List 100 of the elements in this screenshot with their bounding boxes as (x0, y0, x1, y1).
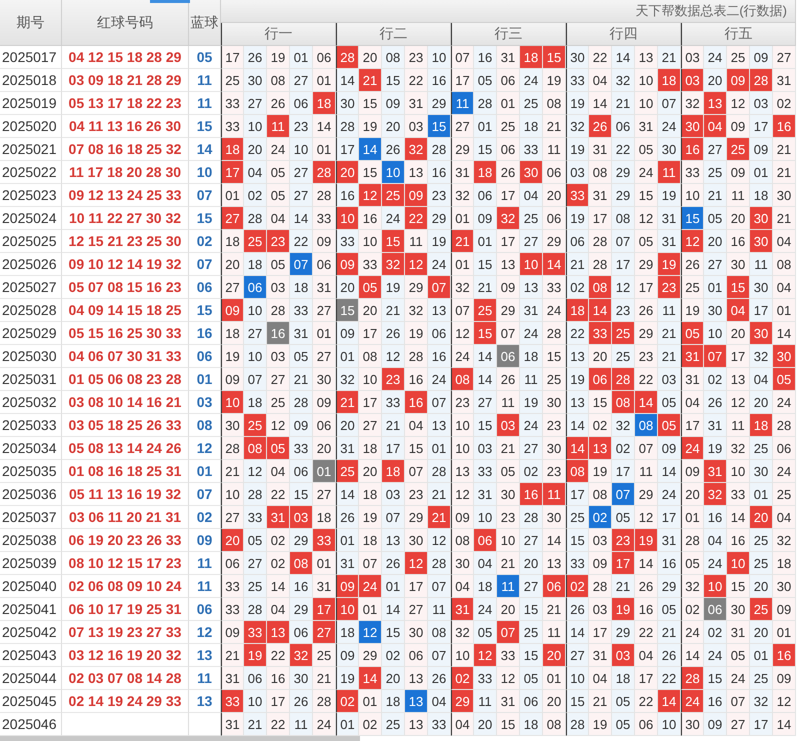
number-cell: 14 (474, 345, 497, 368)
number-cell: 11 (750, 253, 773, 276)
main-numbers-cell: 06 10 17 19 25 31 (62, 598, 189, 621)
number-cell: 01 (428, 437, 451, 460)
number-cell: 30 (405, 529, 428, 552)
number-cell: 02 (566, 276, 589, 299)
number-cell: 15 (405, 437, 428, 460)
number-cell: 29 (635, 322, 658, 345)
main-numbers-header: 红球号码 (62, 0, 189, 46)
number-cell: 17 (382, 437, 405, 460)
highlighted-number-cell: 08 (612, 391, 635, 414)
number-cell: 24 (635, 161, 658, 184)
number-cell: 33 (474, 667, 497, 690)
number-cell: 18 (359, 529, 382, 552)
number-cell: 26 (382, 138, 405, 161)
number-cell: 18 (474, 575, 497, 598)
number-cell: 04 (681, 391, 704, 414)
number-cell: 15 (359, 161, 382, 184)
number-cell: 10 (451, 414, 474, 437)
number-cell: 31 (658, 207, 681, 230)
number-cell: 25 (750, 437, 773, 460)
period-cell: 2025027 (0, 276, 62, 299)
number-cell: 18 (382, 690, 405, 713)
group-header: 行四 (566, 23, 681, 46)
highlighted-number-cell: 33 (313, 529, 336, 552)
main-numbers-cell: 02 03 07 08 14 28 (62, 667, 189, 690)
main-numbers-cell: 05 11 13 16 19 32 (62, 483, 189, 506)
number-cell: 01 (359, 598, 382, 621)
number-cell: 18 (221, 322, 244, 345)
number-cell: 12 (727, 92, 750, 115)
highlighted-number-cell: 18 (221, 138, 244, 161)
number-cell: 19 (382, 276, 405, 299)
period-cell: 2025017 (0, 46, 62, 69)
number-cell: 17 (566, 483, 589, 506)
number-cell: 12 (267, 414, 290, 437)
highlighted-number-cell: 18 (474, 161, 497, 184)
number-cell: 27 (704, 253, 727, 276)
number-cell: 25 (244, 575, 267, 598)
number-cell: 16 (428, 345, 451, 368)
highlighted-number-cell: 23 (658, 276, 681, 299)
number-cell: 12 (635, 506, 658, 529)
number-cell: 11 (727, 414, 750, 437)
highlighted-number-cell: 06 (244, 276, 267, 299)
number-cell: 20 (313, 437, 336, 460)
number-cell: 14 (336, 69, 359, 92)
number-cell: 23 (612, 299, 635, 322)
number-cell: 18 (750, 184, 773, 207)
number-cell: 32 (566, 115, 589, 138)
number-cell: 29 (451, 138, 474, 161)
number-cell: 23 (290, 115, 313, 138)
highlighted-number-cell: 28 (681, 667, 704, 690)
number-cell: 13 (405, 667, 428, 690)
highlighted-number-cell: 30 (681, 115, 704, 138)
highlighted-number-cell: 28 (750, 69, 773, 92)
period-cell: 2025024 (0, 207, 62, 230)
period-cell: 2025029 (0, 322, 62, 345)
number-cell: 15 (382, 69, 405, 92)
number-cell: 15 (543, 345, 566, 368)
number-cell: 01 (221, 184, 244, 207)
number-cell: 20 (727, 207, 750, 230)
number-cell: 07 (359, 552, 382, 575)
number-cell: 26 (635, 299, 658, 322)
number-cell: 26 (566, 598, 589, 621)
number-cell: 09 (313, 230, 336, 253)
highlighted-number-cell: 10 (704, 575, 727, 598)
highlighted-number-cell: 10 (336, 207, 359, 230)
number-cell: 21 (543, 598, 566, 621)
number-cell: 25 (681, 276, 704, 299)
number-cell: 27 (313, 299, 336, 322)
highlighted-number-cell: 09 (405, 184, 428, 207)
number-cell: 15 (474, 414, 497, 437)
number-cell: 11 (497, 391, 520, 414)
number-cell: 26 (704, 391, 727, 414)
highlighted-number-cell: 19 (244, 644, 267, 667)
highlighted-number-cell: 18 (520, 46, 543, 69)
number-cell: 22 (635, 690, 658, 713)
scrollbar[interactable] (0, 736, 360, 741)
number-cell: 02 (589, 414, 612, 437)
number-cell: 19 (681, 299, 704, 322)
number-cell: 24 (451, 345, 474, 368)
number-cell: 01 (336, 713, 359, 736)
number-cell: 31 (681, 368, 704, 391)
highlighted-number-cell: 09 (727, 69, 750, 92)
highlighted-number-cell: 24 (681, 690, 704, 713)
number-cell: 22 (635, 368, 658, 391)
highlighted-number-cell: 15 (727, 276, 750, 299)
number-cell: 10 (244, 115, 267, 138)
number-cell: 09 (773, 598, 796, 621)
number-cell: 06 (773, 437, 796, 460)
number-cell: 20 (750, 575, 773, 598)
number-cell: 10 (290, 138, 313, 161)
number-cell: 32 (336, 368, 359, 391)
highlighted-number-cell: 06 (704, 598, 727, 621)
number-cell: 17 (451, 69, 474, 92)
highlighted-number-cell: 19 (635, 529, 658, 552)
highlighted-number-cell: 14 (359, 667, 382, 690)
highlighted-number-cell: 02 (566, 575, 589, 598)
highlighted-number-cell: 31 (267, 506, 290, 529)
number-cell: 16 (290, 575, 313, 598)
number-cell: 22 (589, 46, 612, 69)
